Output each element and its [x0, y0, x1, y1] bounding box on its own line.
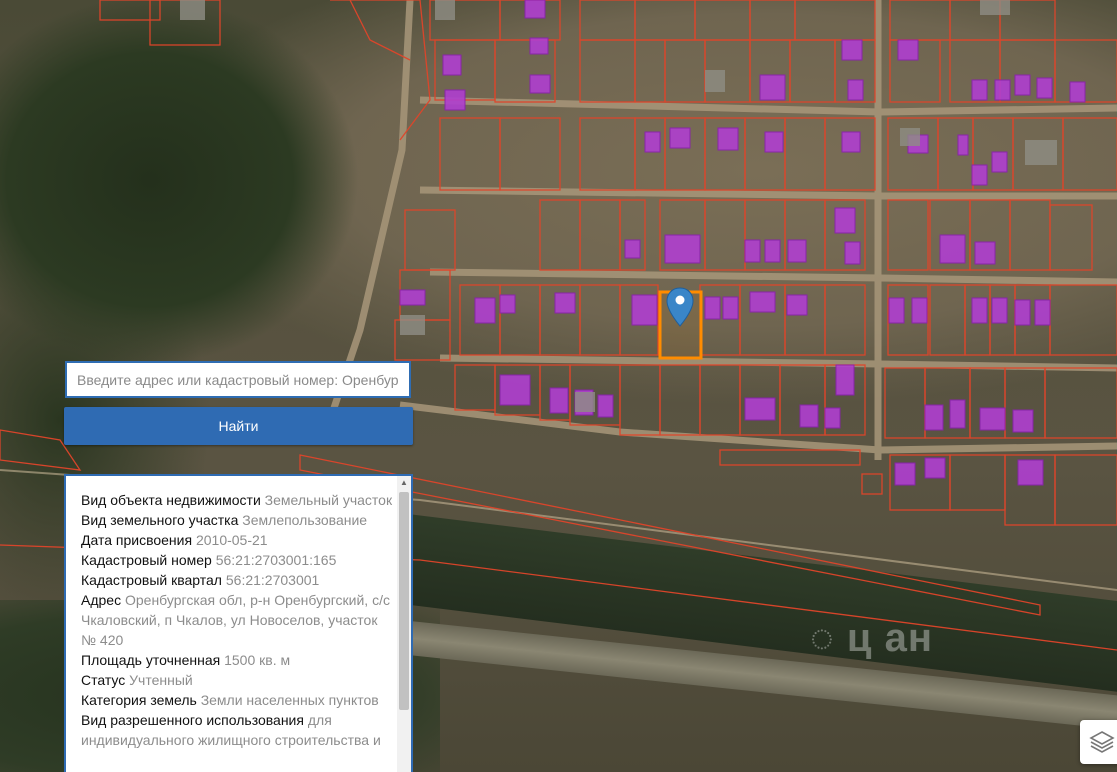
property-info-list: Вид объекта недвижимости Земельный участ…	[81, 490, 393, 750]
info-row-assign-date: Дата присвоения 2010-05-21	[81, 532, 268, 548]
info-row-address: Адрес Оренбургская обл, р-н Оренбургский…	[81, 592, 390, 648]
info-scrollbar[interactable]: ▲	[397, 476, 411, 772]
info-row-land-category: Категория земель Земли населенных пункто…	[81, 692, 379, 708]
watermark: ◌ ц ан	[810, 616, 933, 660]
map-marker-icon[interactable]	[666, 287, 694, 327]
info-row-object-type: Вид объекта недвижимости Земельный участ…	[81, 492, 393, 508]
info-row-permitted-use: Вид разрешенного использования для индив…	[81, 712, 381, 748]
search-input[interactable]	[65, 361, 411, 398]
scroll-thumb[interactable]	[399, 492, 409, 710]
info-row-cadastral-number: Кадастровый номер 56:21:2703001:165	[81, 552, 337, 568]
layers-button[interactable]	[1080, 720, 1117, 764]
scroll-up-arrow-icon[interactable]: ▲	[397, 476, 411, 490]
property-info-panel: Вид объекта недвижимости Земельный участ…	[64, 474, 413, 772]
info-row-cadastral-quarter: Кадастровый квартал 56:21:2703001	[81, 572, 320, 588]
info-row-area: Площадь уточненная 1500 кв. м	[81, 652, 291, 668]
info-row-parcel-type: Вид земельного участка Землепользование	[81, 512, 368, 528]
find-button[interactable]: Найти	[64, 407, 413, 445]
layers-icon	[1089, 731, 1115, 753]
info-row-status: Статус Учтенный	[81, 672, 193, 688]
